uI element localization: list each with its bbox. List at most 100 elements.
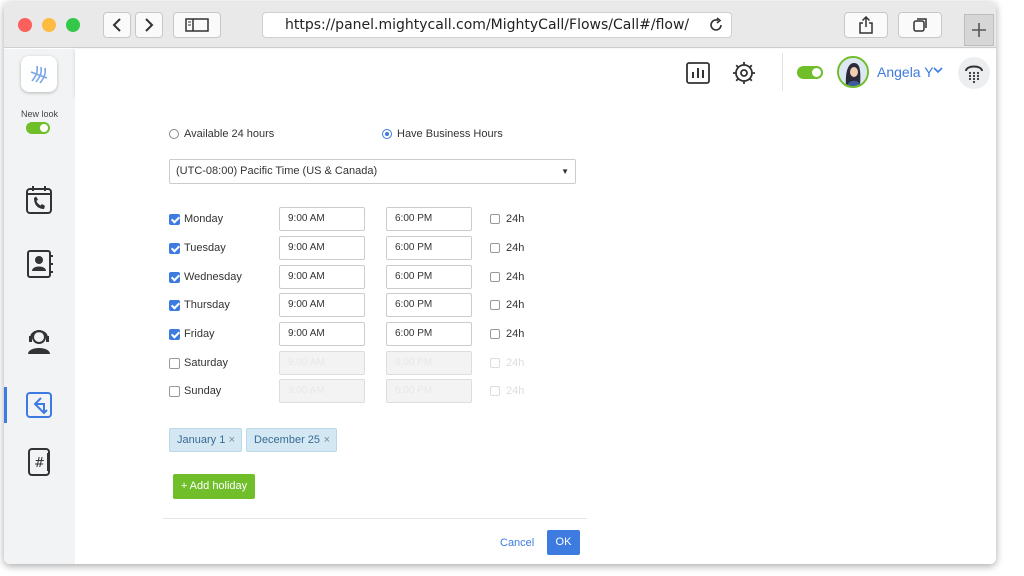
day-checkbox[interactable] bbox=[169, 300, 180, 311]
phone-calendar-icon bbox=[26, 186, 52, 214]
end-time-input[interactable]: 6:00 PM bbox=[386, 236, 472, 260]
day-checkbox[interactable] bbox=[169, 386, 180, 397]
day-name: Thursday bbox=[184, 299, 230, 311]
all-day-checkbox bbox=[490, 386, 500, 396]
svg-text:#: # bbox=[34, 456, 45, 471]
minimize-window-button[interactable] bbox=[42, 18, 56, 32]
end-time-input[interactable]: 6:00 PM bbox=[386, 293, 472, 317]
new-look-label: New look bbox=[20, 109, 58, 119]
forward-button[interactable] bbox=[135, 12, 163, 38]
timezone-value: (UTC-08:00) Pacific Time (US & Canada) bbox=[176, 165, 378, 177]
start-time-input[interactable]: 9:00 AM bbox=[279, 322, 365, 346]
sidebar-item-flows[interactable] bbox=[22, 388, 56, 422]
end-time-input: 6:00 PM bbox=[386, 379, 472, 403]
availability-toggle[interactable] bbox=[797, 66, 823, 79]
share-icon bbox=[859, 16, 873, 34]
dialpad-icon bbox=[965, 65, 983, 84]
sidebar-item-contacts[interactable] bbox=[22, 247, 56, 281]
all-day-checkbox bbox=[490, 358, 500, 368]
holiday-chip: December 25 × bbox=[246, 428, 337, 452]
address-bar[interactable]: https://panel.mightycall.com/MightyCall/… bbox=[262, 12, 732, 38]
contacts-book-icon bbox=[27, 250, 53, 278]
day-checkbox[interactable] bbox=[169, 329, 180, 340]
sidebar-toggle-button[interactable] bbox=[173, 12, 221, 38]
add-holiday-button[interactable]: + Add holiday bbox=[173, 474, 255, 499]
tabs-button[interactable] bbox=[898, 12, 942, 38]
all-day-label: 24h bbox=[506, 299, 525, 311]
logo-icon bbox=[30, 65, 48, 84]
headset-agent-icon bbox=[28, 330, 50, 354]
all-day-label: 24h bbox=[506, 385, 525, 397]
url-text: https://panel.mightycall.com/MightyCall/… bbox=[285, 17, 690, 33]
day-checkbox[interactable] bbox=[169, 214, 180, 225]
browser-toolbar: https://panel.mightycall.com/MightyCall/… bbox=[4, 2, 996, 48]
avatar[interactable] bbox=[837, 56, 869, 88]
available-24h-radio[interactable] bbox=[169, 129, 179, 139]
close-window-button[interactable] bbox=[18, 18, 32, 32]
footer-divider bbox=[163, 518, 587, 519]
remove-holiday-icon[interactable]: × bbox=[229, 429, 235, 451]
start-time-input[interactable]: 9:00 AM bbox=[279, 265, 365, 289]
sidebar-item-numbers[interactable]: # bbox=[22, 445, 56, 479]
day-checkbox[interactable] bbox=[169, 272, 180, 283]
day-name: Tuesday bbox=[184, 242, 226, 254]
mightycall-logo[interactable] bbox=[21, 56, 57, 92]
dialpad-button[interactable] bbox=[958, 57, 990, 89]
all-day-label: 24h bbox=[506, 242, 525, 254]
day-checkbox[interactable] bbox=[169, 243, 180, 254]
end-time-input[interactable]: 6:00 PM bbox=[386, 322, 472, 346]
end-time-input[interactable]: 6:00 PM bbox=[386, 265, 472, 289]
all-day-checkbox[interactable] bbox=[490, 272, 500, 282]
header-divider bbox=[782, 53, 783, 91]
holiday-chip-label: December 25 bbox=[254, 434, 321, 446]
chevron-right-icon bbox=[145, 18, 154, 32]
new-tab-button[interactable] bbox=[964, 14, 994, 46]
cancel-button[interactable]: Cancel bbox=[500, 537, 534, 549]
settings-button[interactable] bbox=[730, 59, 758, 87]
remove-holiday-icon[interactable]: × bbox=[324, 429, 330, 451]
dropdown-caret-icon: ▼ bbox=[561, 167, 569, 176]
reload-icon[interactable] bbox=[707, 16, 725, 42]
holiday-chip: January 1 × bbox=[169, 428, 242, 452]
settings-gear-icon bbox=[733, 62, 755, 84]
chevron-left-icon bbox=[112, 18, 121, 32]
reports-icon bbox=[686, 62, 710, 84]
business-hours-radio[interactable] bbox=[382, 129, 392, 139]
start-time-input[interactable]: 9:00 AM bbox=[279, 236, 365, 260]
available-24h-option[interactable]: Available 24 hours bbox=[169, 128, 274, 140]
sidebar-item-calls[interactable] bbox=[22, 183, 56, 217]
all-day-checkbox[interactable] bbox=[490, 300, 500, 310]
end-time-input[interactable]: 6:00 PM bbox=[386, 207, 472, 231]
start-time-input: 9:00 AM bbox=[279, 379, 365, 403]
start-time-input[interactable]: 9:00 AM bbox=[279, 207, 365, 231]
all-day-label: 24h bbox=[506, 328, 525, 340]
day-checkbox[interactable] bbox=[169, 358, 180, 369]
user-avatar-icon bbox=[839, 58, 867, 86]
sidebar-item-agent[interactable] bbox=[22, 324, 56, 358]
start-time-input[interactable]: 9:00 AM bbox=[279, 293, 365, 317]
day-name: Saturday bbox=[184, 357, 229, 369]
reports-button[interactable] bbox=[684, 59, 712, 87]
business-hours-option[interactable]: Have Business Hours bbox=[382, 128, 503, 140]
all-day-label: 24h bbox=[506, 357, 525, 369]
user-name[interactable]: Angela Y bbox=[877, 64, 934, 80]
start-time-input: 9:00 AM bbox=[279, 351, 365, 375]
all-day-checkbox[interactable] bbox=[490, 329, 500, 339]
available-24h-label: Available 24 hours bbox=[184, 128, 275, 140]
new-look-toggle[interactable] bbox=[26, 122, 50, 134]
holiday-chip-label: January 1 bbox=[177, 434, 226, 446]
back-button[interactable] bbox=[103, 12, 131, 38]
all-day-label: 24h bbox=[506, 213, 525, 225]
tabs-icon bbox=[913, 18, 927, 32]
user-menu-chevron-icon[interactable] bbox=[933, 63, 943, 77]
ok-button[interactable]: OK bbox=[547, 530, 580, 555]
app-sidebar: New look # bbox=[4, 49, 75, 564]
timezone-select[interactable]: (UTC-08:00) Pacific Time (US & Canada) ▼ bbox=[169, 159, 576, 184]
all-day-checkbox[interactable] bbox=[490, 214, 500, 224]
all-day-checkbox[interactable] bbox=[490, 243, 500, 253]
business-hours-label: Have Business Hours bbox=[397, 128, 503, 140]
share-button[interactable] bbox=[844, 12, 888, 38]
end-time-input: 6:00 PM bbox=[386, 351, 472, 375]
maximize-window-button[interactable] bbox=[66, 18, 80, 32]
day-name: Sunday bbox=[184, 385, 222, 397]
